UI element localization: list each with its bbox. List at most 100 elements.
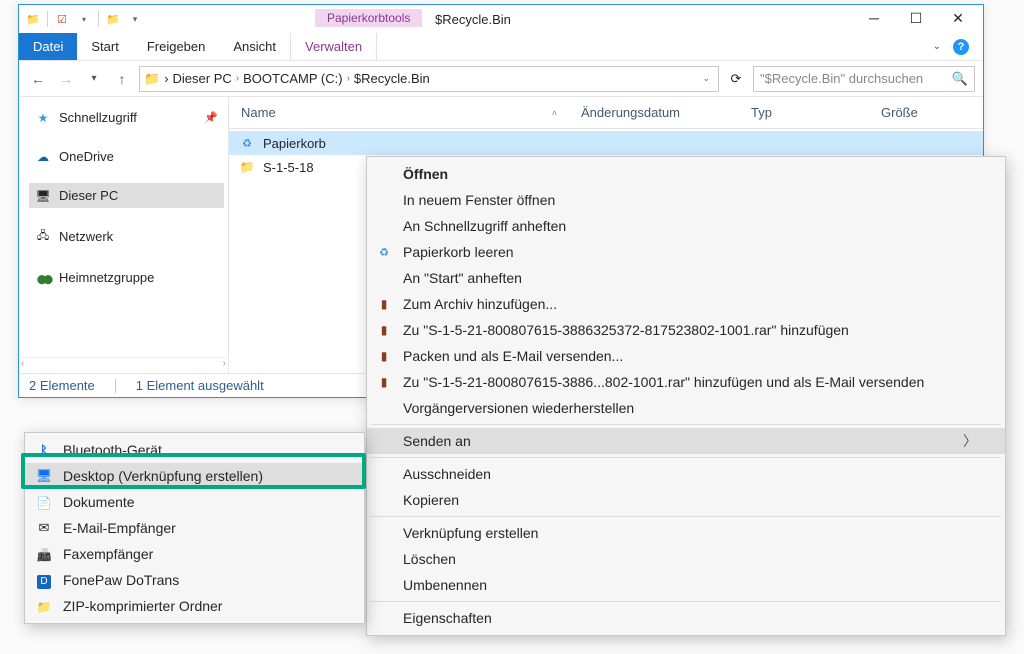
folder-icon: 📁 [23,9,43,29]
dotrans-icon [35,572,53,589]
document-icon [35,495,53,510]
tree-scrollbar[interactable]: ‹ › [21,357,226,371]
breadcrumb[interactable]: Dieser PC› [173,71,240,86]
collapse-ribbon-icon[interactable]: ⌄ [933,41,941,52]
menu-item-prev-versions[interactable]: Vorgängerversionen wiederherstellen [367,395,1005,421]
ribbon-right: ⌄ ? [933,33,977,60]
menu-item-rename[interactable]: Umbenennen [367,572,1005,598]
menu-item-send-to[interactable]: Senden an 〉 [367,428,1005,454]
address-bar[interactable]: 📁 › Dieser PC› BOOTCAMP (C:)› $Recycle.B… [139,66,719,92]
pc-icon [35,189,51,203]
tab-view[interactable]: Ansicht [219,33,290,60]
address-row: ← → ▾ ↑ 📁 › Dieser PC› BOOTCAMP (C:)› $R… [19,61,983,97]
menu-item-add-archive[interactable]: Zum Archiv hinzufügen... [367,291,1005,317]
tab-file[interactable]: Datei [19,33,77,60]
scroll-left-icon[interactable]: ‹ [21,358,24,371]
tab-start[interactable]: Start [77,33,132,60]
window-controls: ─ ☐ ✕ [853,5,979,31]
tab-share[interactable]: Freigeben [133,33,220,60]
qat-dropdown-icon[interactable]: ▾ [74,9,94,29]
cloud-icon [35,150,51,164]
close-button[interactable]: ✕ [937,5,979,31]
sendto-email[interactable]: E-Mail-Empfänger [25,515,364,541]
maximize-button[interactable]: ☐ [895,5,937,31]
menu-item-empty-bin[interactable]: Papierkorb leeren [367,239,1005,265]
help-icon[interactable]: ? [953,39,969,55]
column-name[interactable]: Name ˄ [229,105,569,120]
menu-item-copy[interactable]: Kopieren [367,487,1005,513]
item-name: S-1-5-18 [263,160,314,175]
address-dropdown-icon[interactable]: ⌄ [702,73,710,84]
sendto-zip[interactable]: ZIP-komprimierter Ordner [25,593,364,619]
menu-item-create-shortcut[interactable]: Verknüpfung erstellen [367,520,1005,546]
menu-item-open[interactable]: Öffnen [367,161,1005,187]
minimize-button[interactable]: ─ [853,5,895,31]
column-modified[interactable]: Änderungsdatum [569,105,739,120]
submenu-arrow-icon: 〉 [963,431,977,451]
menu-item-pin-quick[interactable]: An Schnellzugriff anheften [367,213,1005,239]
sidebar-item-this-pc[interactable]: Dieser PC [29,183,224,208]
chevron-right-icon[interactable]: › [164,71,168,86]
up-button[interactable]: ↑ [111,68,133,90]
scroll-right-icon[interactable]: › [223,358,226,371]
qat-separator [47,11,48,27]
breadcrumb[interactable]: $Recycle.Bin [354,71,430,86]
network-icon [35,227,51,246]
breadcrumb[interactable]: BOOTCAMP (C:)› [243,71,350,86]
sidebar-item-label: Heimnetzgruppe [59,270,154,285]
sidebar-item-onedrive[interactable]: OneDrive [29,144,224,169]
contextual-tool-tab: Papierkorbtools [315,9,422,27]
sendto-documents[interactable]: Dokumente [25,489,364,515]
menu-item-open-new-window[interactable]: In neuem Fenster öffnen [367,187,1005,213]
menu-item-properties[interactable]: Eigenschaften [367,605,1005,631]
column-headers: Name ˄ Änderungsdatum Typ Größe [229,97,983,129]
status-selection: 1 Element ausgewählt [136,378,264,393]
sidebar-item-label: OneDrive [59,149,114,164]
menu-item-cut[interactable]: Ausschneiden [367,461,1005,487]
sidebar-item-network[interactable]: Netzwerk [29,222,224,251]
sidebar-item-label: Schnellzugriff [59,110,137,125]
sidebar-item-homegroup[interactable]: Heimnetzgruppe [29,265,224,290]
column-type[interactable]: Typ [739,105,869,120]
forward-button[interactable]: → [55,68,77,90]
status-divider [115,379,116,393]
menu-item-delete[interactable]: Löschen [367,546,1005,572]
search-icon: 🔍 [952,71,968,87]
menu-item-pin-start[interactable]: An "Start" anheften [367,265,1005,291]
sidebar-item-label: Dieser PC [59,188,118,203]
column-size[interactable]: Größe [869,105,983,120]
menu-separator [371,457,1001,458]
status-count: 2 Elemente [29,378,95,393]
sidebar-item-quick-access[interactable]: Schnellzugriff 📌 [29,105,224,130]
zip-folder-icon [35,599,53,614]
bluetooth-icon [35,443,53,458]
menu-item-pack-rar-email[interactable]: Zu "S-1-5-21-800807615-3886...802-1001.r… [367,369,1005,395]
recycle-bin-icon [375,245,393,259]
overflow-icon[interactable]: ▾ [125,9,145,29]
folder-icon: 📁 [144,71,160,87]
tab-manage[interactable]: Verwalten [290,33,377,60]
qat-check-icon[interactable]: ☑ [52,9,72,29]
mail-icon [35,520,53,536]
sendto-desktop-shortcut[interactable]: Desktop (Verknüpfung erstellen) [25,463,364,489]
sidebar-item-label: Netzwerk [59,229,113,244]
refresh-button[interactable]: ⟳ [725,68,747,90]
list-item[interactable]: Papierkorb [229,131,983,155]
folder-icon [239,160,255,174]
search-input[interactable]: "$Recycle.Bin" durchsuchen 🔍 [753,66,975,92]
homegroup-icon [35,271,51,285]
menu-separator [371,424,1001,425]
recycle-bin-icon [239,136,255,150]
menu-item-pack-email[interactable]: Packen und als E-Mail versenden... [367,343,1005,369]
sort-asc-icon: ˄ [552,108,557,118]
archive-icon [375,375,393,389]
quick-access-toolbar: 📁 ☑ ▾ 📁 ▾ [23,9,145,29]
sendto-bluetooth[interactable]: Bluetooth-Gerät [25,437,364,463]
menu-item-add-rar[interactable]: Zu "S-1-5-21-800807615-3886325372-817523… [367,317,1005,343]
item-name: Papierkorb [263,136,326,151]
recent-locations-button[interactable]: ▾ [83,68,105,90]
star-icon [35,111,51,125]
sendto-fax[interactable]: Faxempfänger [25,541,364,567]
sendto-dotrans[interactable]: FonePaw DoTrans [25,567,364,593]
back-button[interactable]: ← [27,68,49,90]
